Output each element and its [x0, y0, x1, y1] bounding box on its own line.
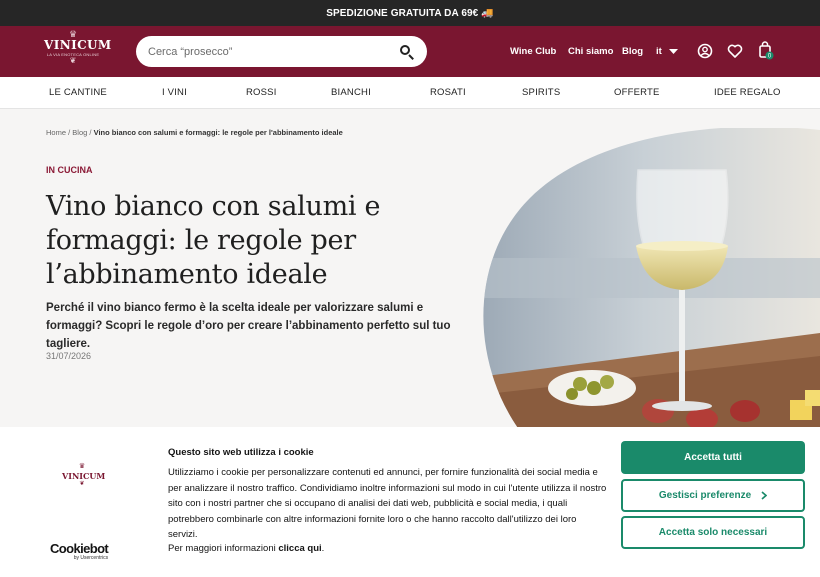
nav-spirits[interactable]: SPIRITS [522, 87, 560, 98]
logo-ornament-icon: ❦ [69, 56, 77, 65]
nav-chi-siamo[interactable]: Chi siamo [568, 26, 613, 77]
cookie-more-suffix: . [321, 543, 325, 554]
cookie-logo-ornament-icon: ❦ [79, 481, 85, 487]
language-label: it [656, 46, 662, 57]
nav-blog[interactable]: Blog [622, 26, 643, 77]
accept-necessary-button[interactable]: Accetta solo necessari [621, 516, 805, 549]
nav-wine-club[interactable]: Wine Club [510, 26, 556, 77]
breadcrumb-home[interactable]: Home [46, 128, 66, 137]
cookie-more-prefix: Per maggiori informazioni [168, 543, 279, 554]
logo-wordmark: VINICUM [44, 38, 112, 52]
search-input[interactable]: Cerca “prosecco” [136, 36, 427, 67]
cookie-body: Utilizziamo i cookie per personalizzare … [168, 467, 607, 541]
cookie-logo-wordmark: VINICUM [62, 471, 106, 481]
manage-preferences-label: Gestisci preferenze [658, 490, 752, 501]
cookiebot-wordmark: Cookiebot [50, 541, 109, 556]
cookie-logo-crest-icon: ♛ [78, 463, 86, 470]
nav-offerte[interactable]: OFFERTE [614, 87, 660, 98]
cookie-more-link[interactable]: clicca qui [278, 543, 321, 554]
hero-wine-glass-image [483, 128, 820, 428]
heart-icon[interactable] [727, 43, 743, 59]
vinicum-logo[interactable]: ♛ VINICUM LA VIA ENOTECA ONLINE ❦ [44, 30, 112, 74]
nav-rosati[interactable]: ROSATI [430, 87, 466, 98]
accept-all-label: Accetta tutti [684, 452, 742, 463]
manage-preferences-button[interactable]: Gestisci preferenze [621, 479, 805, 512]
site-header: ♛ VINICUM LA VIA ENOTECA ONLINE ❦ Cerca … [0, 26, 820, 77]
nav-rossi[interactable]: ROSSI [246, 87, 277, 98]
breadcrumb-separator: / [89, 128, 92, 137]
breadcrumb: Home / Blog / Vino bianco con salumi e f… [46, 128, 343, 137]
article-category[interactable]: IN CUCINA [46, 165, 93, 175]
search-placeholder: Cerca “prosecco” [148, 45, 233, 58]
accept-all-button[interactable]: Accetta tutti [621, 441, 805, 474]
cookiebot-logo[interactable]: Cookiebot by Usercentrics [50, 541, 109, 561]
cookie-more-info: Per maggiori informazioni clicca qui. [168, 543, 324, 554]
cart-icon[interactable]: 0 [758, 41, 776, 61]
article-title: Vino bianco con salumi e formaggi: le re… [46, 191, 381, 290]
language-selector[interactable]: it [656, 26, 678, 77]
article-lead: Perché il vino bianco fermo è la scelta … [46, 302, 451, 350]
nav-le-cantine[interactable]: LE CANTINE [49, 87, 107, 98]
accept-necessary-label: Accetta solo necessari [658, 527, 768, 538]
breadcrumb-current: Vino bianco con salumi e formaggi: le re… [93, 128, 343, 137]
breadcrumb-blog[interactable]: Blog [72, 128, 87, 137]
nav-bianchi[interactable]: BIANCHI [331, 87, 371, 98]
cookie-vinicum-logo: ♛ VINICUM ❦ [62, 463, 106, 497]
nav-idee-regalo[interactable]: IDEE REGALO [714, 87, 781, 98]
chevron-down-icon [668, 48, 678, 54]
article-date: 31/07/2026 [46, 351, 92, 361]
shipping-banner: SPEDIZIONE GRATUITA DA 69€ 🚚 [0, 0, 820, 26]
chevron-right-icon [761, 491, 768, 500]
category-nav: LE CANTINE I VINI ROSSI BIANCHI ROSATI S… [0, 77, 820, 109]
search-icon[interactable] [399, 44, 415, 60]
cookie-title: Questo sito web utilizza i cookie [168, 447, 314, 458]
cookie-banner: ♛ VINICUM ❦ Cookiebot by Usercentrics Qu… [0, 427, 820, 577]
breadcrumb-separator: / [68, 128, 71, 137]
shipping-banner-text: SPEDIZIONE GRATUITA DA 69€ 🚚 [326, 7, 494, 19]
account-icon[interactable] [697, 43, 713, 59]
nav-i-vini[interactable]: I VINI [162, 87, 187, 98]
